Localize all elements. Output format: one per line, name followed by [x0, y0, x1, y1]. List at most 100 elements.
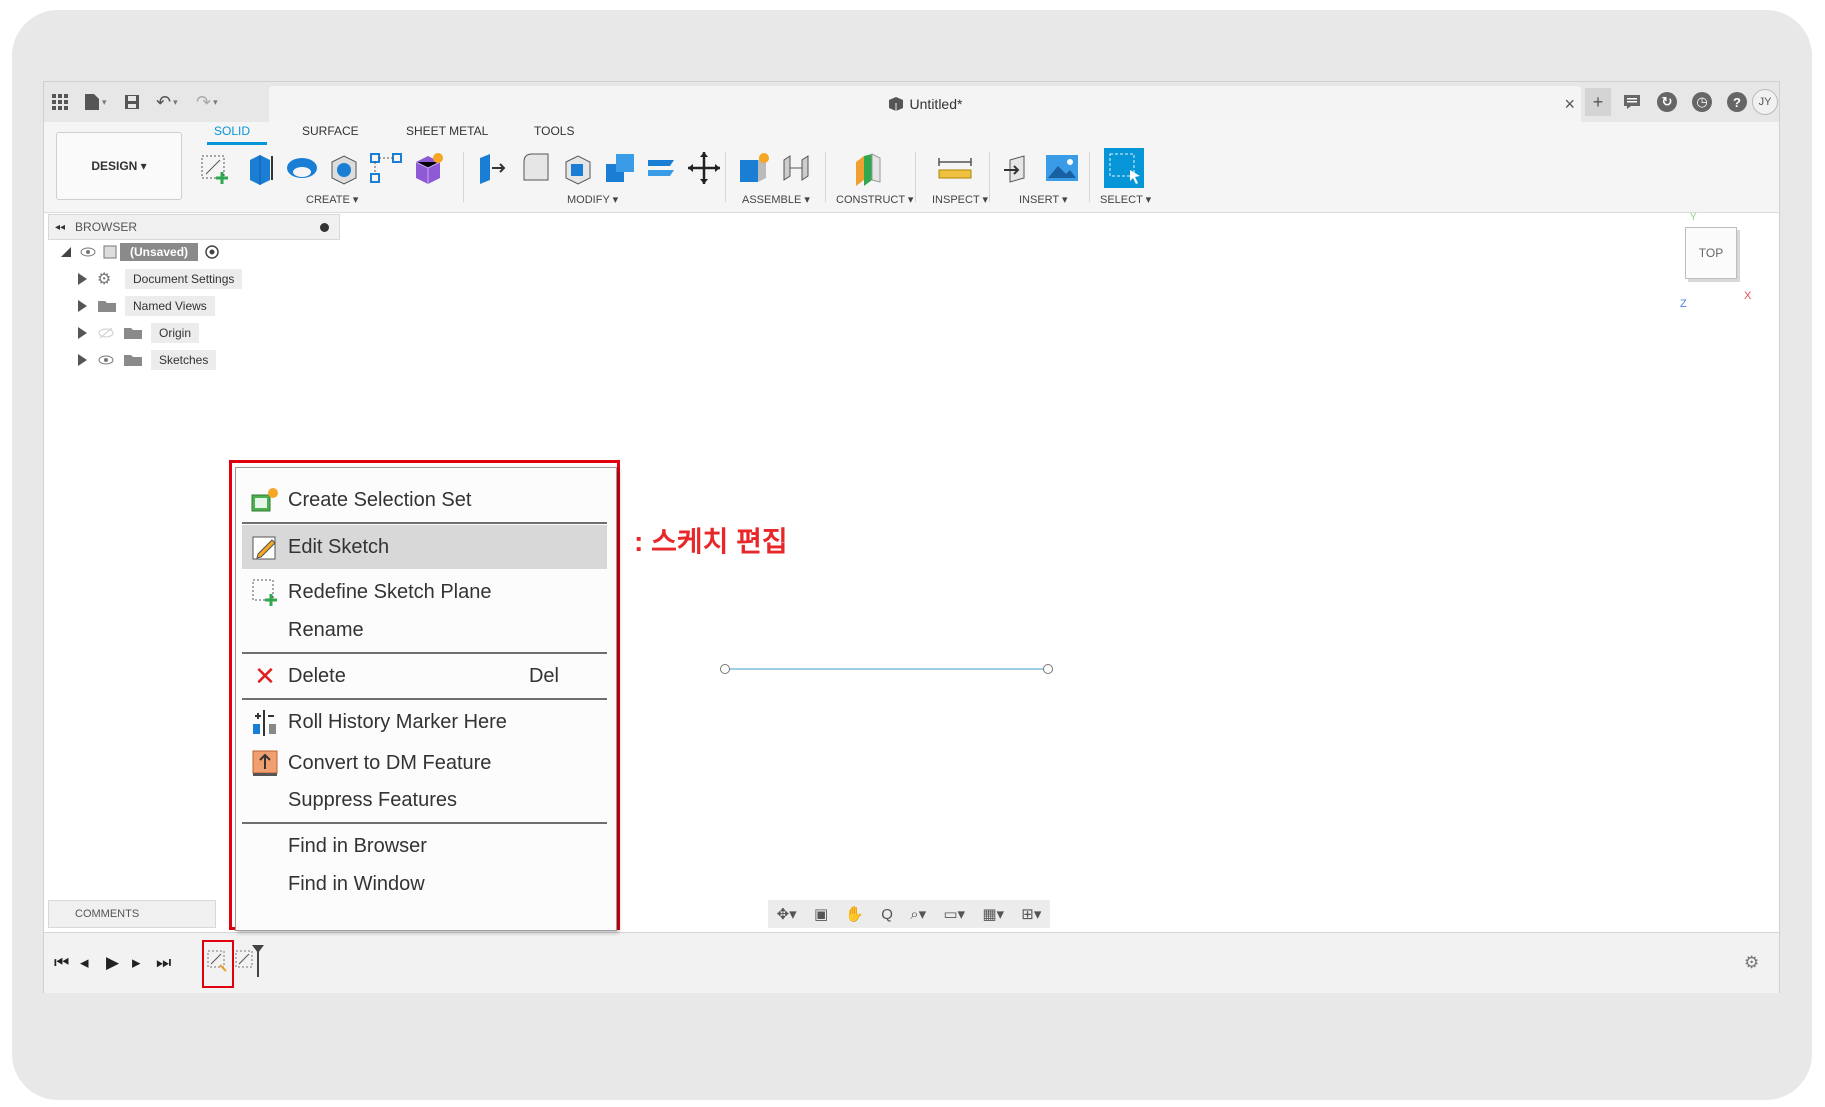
divider	[463, 152, 464, 202]
browser-item-label: Named Views	[125, 296, 215, 316]
user-avatar[interactable]: JY	[1750, 88, 1780, 116]
hole-icon[interactable]	[326, 150, 362, 186]
file-menu-icon[interactable]: ▾	[84, 90, 107, 114]
help-icon[interactable]: ?	[1724, 88, 1750, 116]
browser-item-label: Origin	[151, 323, 200, 343]
root-document-label[interactable]: (Unsaved)	[120, 243, 199, 261]
go-to-start-icon[interactable]: ⏮	[54, 953, 69, 973]
step-forward-icon[interactable]: ▸	[132, 953, 141, 973]
assemble-group-label[interactable]: ASSEMBLE ▾	[742, 193, 810, 206]
viewports-icon[interactable]: ⊞▾	[1021, 905, 1041, 923]
tree-root-row[interactable]: (Unsaved)	[60, 241, 220, 263]
visibility-eye-icon[interactable]	[80, 246, 96, 258]
gear-icon: ⚙	[97, 271, 112, 288]
joint-icon[interactable]	[778, 150, 814, 186]
menu-item-edit-sketch[interactable]: Edit Sketch	[242, 525, 607, 569]
menu-item-find-in-window[interactable]: Find in Window	[242, 862, 607, 906]
divider	[989, 152, 990, 202]
browser-pin-icon[interactable]	[320, 222, 329, 232]
notifications-icon[interactable]: ◷	[1689, 88, 1715, 116]
insert-derive-icon[interactable]	[1002, 150, 1038, 186]
go-to-end-icon[interactable]: ⏭	[156, 953, 171, 973]
expand-triangle-icon[interactable]	[78, 273, 87, 285]
grid-menu-icon[interactable]	[52, 90, 68, 114]
grid-settings-icon[interactable]: ▦▾	[982, 905, 1004, 923]
look-at-icon[interactable]: ▣	[814, 905, 828, 923]
menu-item-delete[interactable]: ✕ Delete Del	[242, 654, 607, 698]
close-tab-icon[interactable]: ×	[1564, 94, 1575, 115]
insert-group-label[interactable]: INSERT ▾	[1019, 193, 1068, 206]
sketch-line[interactable]	[724, 668, 1047, 670]
browser-item-named-views[interactable]: Named Views	[78, 295, 215, 317]
fillet-icon[interactable]	[518, 150, 554, 186]
play-icon[interactable]: ▶	[106, 953, 119, 973]
document-tab[interactable]: Untitled* ×	[269, 86, 1581, 122]
extrude-icon[interactable]	[242, 150, 278, 186]
move-icon[interactable]	[686, 150, 722, 186]
offset-face-icon[interactable]	[644, 150, 680, 186]
active-radio-icon[interactable]	[204, 244, 220, 260]
press-pull-icon[interactable]	[476, 150, 512, 186]
browser-item-sketches[interactable]: Sketches	[78, 349, 217, 371]
redo-icon[interactable]: ↷ ▾	[196, 90, 218, 114]
pattern-icon[interactable]	[368, 150, 404, 186]
construct-group-label[interactable]: CONSTRUCT ▾	[836, 193, 913, 206]
menu-item-suppress-features[interactable]: Suppress Features	[242, 778, 607, 822]
hidden-eye-icon[interactable]	[97, 327, 115, 339]
divider	[725, 152, 726, 202]
pan-hand-icon[interactable]: ✋	[845, 905, 864, 923]
browser-header[interactable]: ◂◂ BROWSER	[48, 214, 340, 240]
convert-dm-icon	[252, 750, 278, 776]
insert-canvas-icon[interactable]	[1044, 150, 1080, 186]
menu-item-create-selection-set[interactable]: Create Selection Set	[242, 478, 607, 522]
expand-triangle-icon[interactable]	[78, 327, 87, 339]
tab-surface[interactable]: SURFACE	[302, 124, 359, 138]
viewcube[interactable]: TOP	[1685, 227, 1737, 279]
timeline-settings-gear-icon[interactable]: ⚙	[1744, 953, 1759, 973]
create-form-icon[interactable]	[410, 150, 446, 186]
edit-sketch-icon	[252, 536, 276, 560]
select-icon[interactable]	[1104, 148, 1144, 188]
expand-triangle-icon[interactable]	[78, 300, 87, 312]
modify-group-label[interactable]: MODIFY ▾	[567, 193, 618, 206]
collapse-triangle-icon[interactable]	[60, 246, 72, 258]
sketch-point[interactable]	[1043, 664, 1053, 674]
step-back-icon[interactable]: ◂	[80, 953, 89, 973]
create-group-label[interactable]: CREATE ▾	[306, 193, 358, 206]
browser-title: BROWSER	[75, 220, 138, 234]
history-marker-icon[interactable]	[250, 943, 266, 979]
zoom-icon[interactable]: Q	[881, 906, 893, 923]
expand-triangle-icon[interactable]	[78, 354, 87, 366]
browser-item-origin[interactable]: Origin	[78, 322, 200, 344]
chat-icon[interactable]	[1619, 88, 1645, 116]
new-component-icon[interactable]	[736, 150, 772, 186]
shell-icon[interactable]	[560, 150, 596, 186]
visibility-eye-icon[interactable]	[97, 354, 115, 366]
tab-sheet-metal[interactable]: SHEET METAL	[406, 124, 488, 138]
inspect-group-label[interactable]: INSPECT ▾	[932, 193, 988, 206]
tab-solid[interactable]: SOLID	[214, 124, 250, 138]
fit-icon[interactable]: ⌕▾	[910, 905, 926, 923]
sketch-point[interactable]	[720, 664, 730, 674]
select-group-label[interactable]: SELECT ▾	[1100, 193, 1151, 206]
comments-panel[interactable]: COMMENTS	[48, 900, 216, 928]
offset-plane-icon[interactable]	[850, 150, 886, 186]
save-icon[interactable]	[124, 90, 140, 114]
tab-tools[interactable]: TOOLS	[534, 124, 574, 138]
combine-icon[interactable]	[602, 150, 638, 186]
document-cube-icon	[888, 97, 903, 111]
display-settings-icon[interactable]: ▭▾	[943, 905, 965, 923]
browser-item-document-settings[interactable]: ⚙ Document Settings	[78, 268, 243, 290]
job-status-icon[interactable]: ↻	[1654, 88, 1680, 116]
orbit-icon[interactable]: ✥▾	[777, 905, 797, 923]
collapse-browser-icon[interactable]: ◂◂	[55, 222, 65, 233]
undo-icon[interactable]: ↶ ▾	[156, 90, 178, 114]
revolve-icon[interactable]	[284, 150, 320, 186]
new-tab-icon[interactable]: +	[1585, 88, 1611, 116]
menu-item-roll-history-marker[interactable]: Roll History Marker Here	[242, 700, 607, 744]
workspace-switcher[interactable]: DESIGN ▾	[56, 132, 182, 200]
browser-item-label: Sketches	[151, 350, 217, 370]
measure-icon[interactable]	[937, 150, 973, 186]
create-sketch-icon[interactable]	[198, 150, 234, 186]
menu-item-rename[interactable]: Rename	[242, 608, 607, 652]
